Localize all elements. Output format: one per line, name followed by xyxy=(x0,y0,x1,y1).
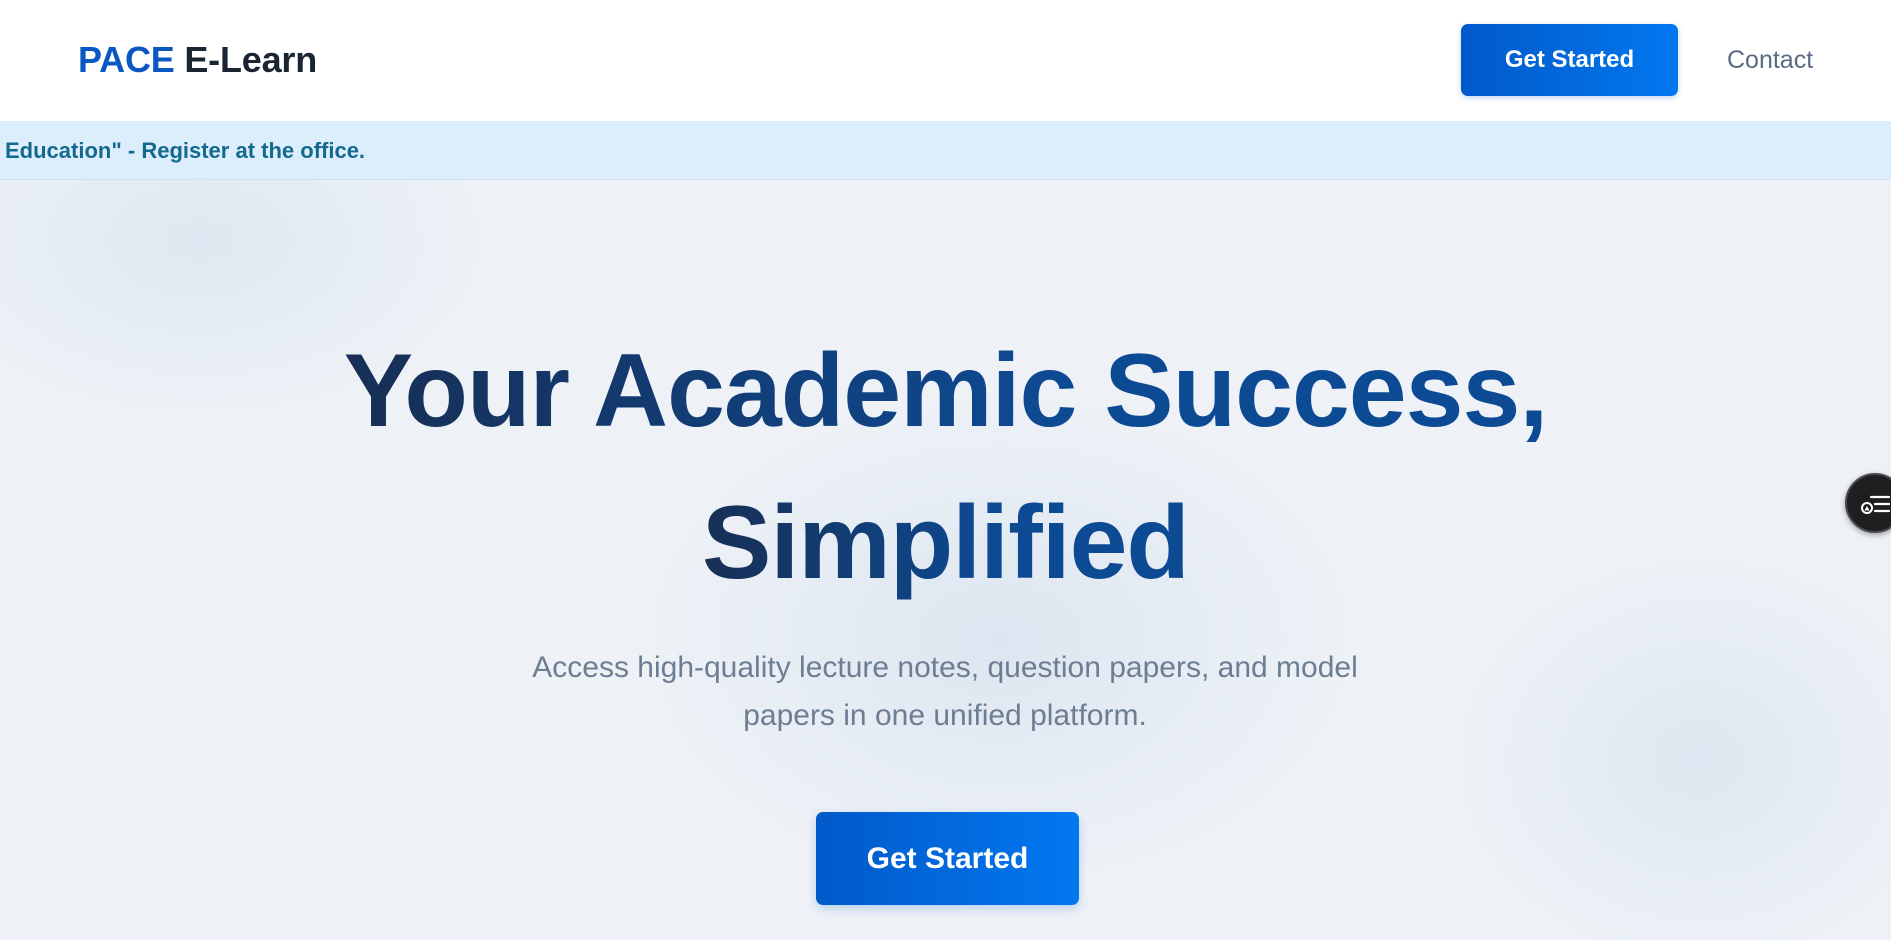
announcement-banner: Education" - Register at the office. xyxy=(0,121,1891,180)
brand-logo[interactable]: PACE E-Learn xyxy=(78,38,317,82)
hero-title: Your Academic Success, Simplified xyxy=(0,315,1891,619)
brand-name-accent: PACE xyxy=(78,39,175,80)
brand-name-rest: E-Learn xyxy=(184,39,318,80)
hero-subtitle: Access high-quality lecture notes, quest… xyxy=(532,651,1358,732)
hero-title-line-1: Your Academic Success, xyxy=(343,333,1548,449)
top-navbar: PACE E-Learn Get Started Contact xyxy=(0,0,1891,121)
get-started-hero-button[interactable]: Get Started xyxy=(816,812,1079,905)
get-started-nav-button[interactable]: Get Started xyxy=(1461,24,1678,96)
hero-section: Your Academic Success, Simplified Access… xyxy=(0,180,1891,940)
announcement-text: Education" - Register at the office. xyxy=(5,138,366,163)
contact-link[interactable]: Contact xyxy=(1727,44,1813,76)
reading-list-icon xyxy=(1861,495,1891,514)
hero-title-line-2: Simplified xyxy=(702,485,1190,601)
